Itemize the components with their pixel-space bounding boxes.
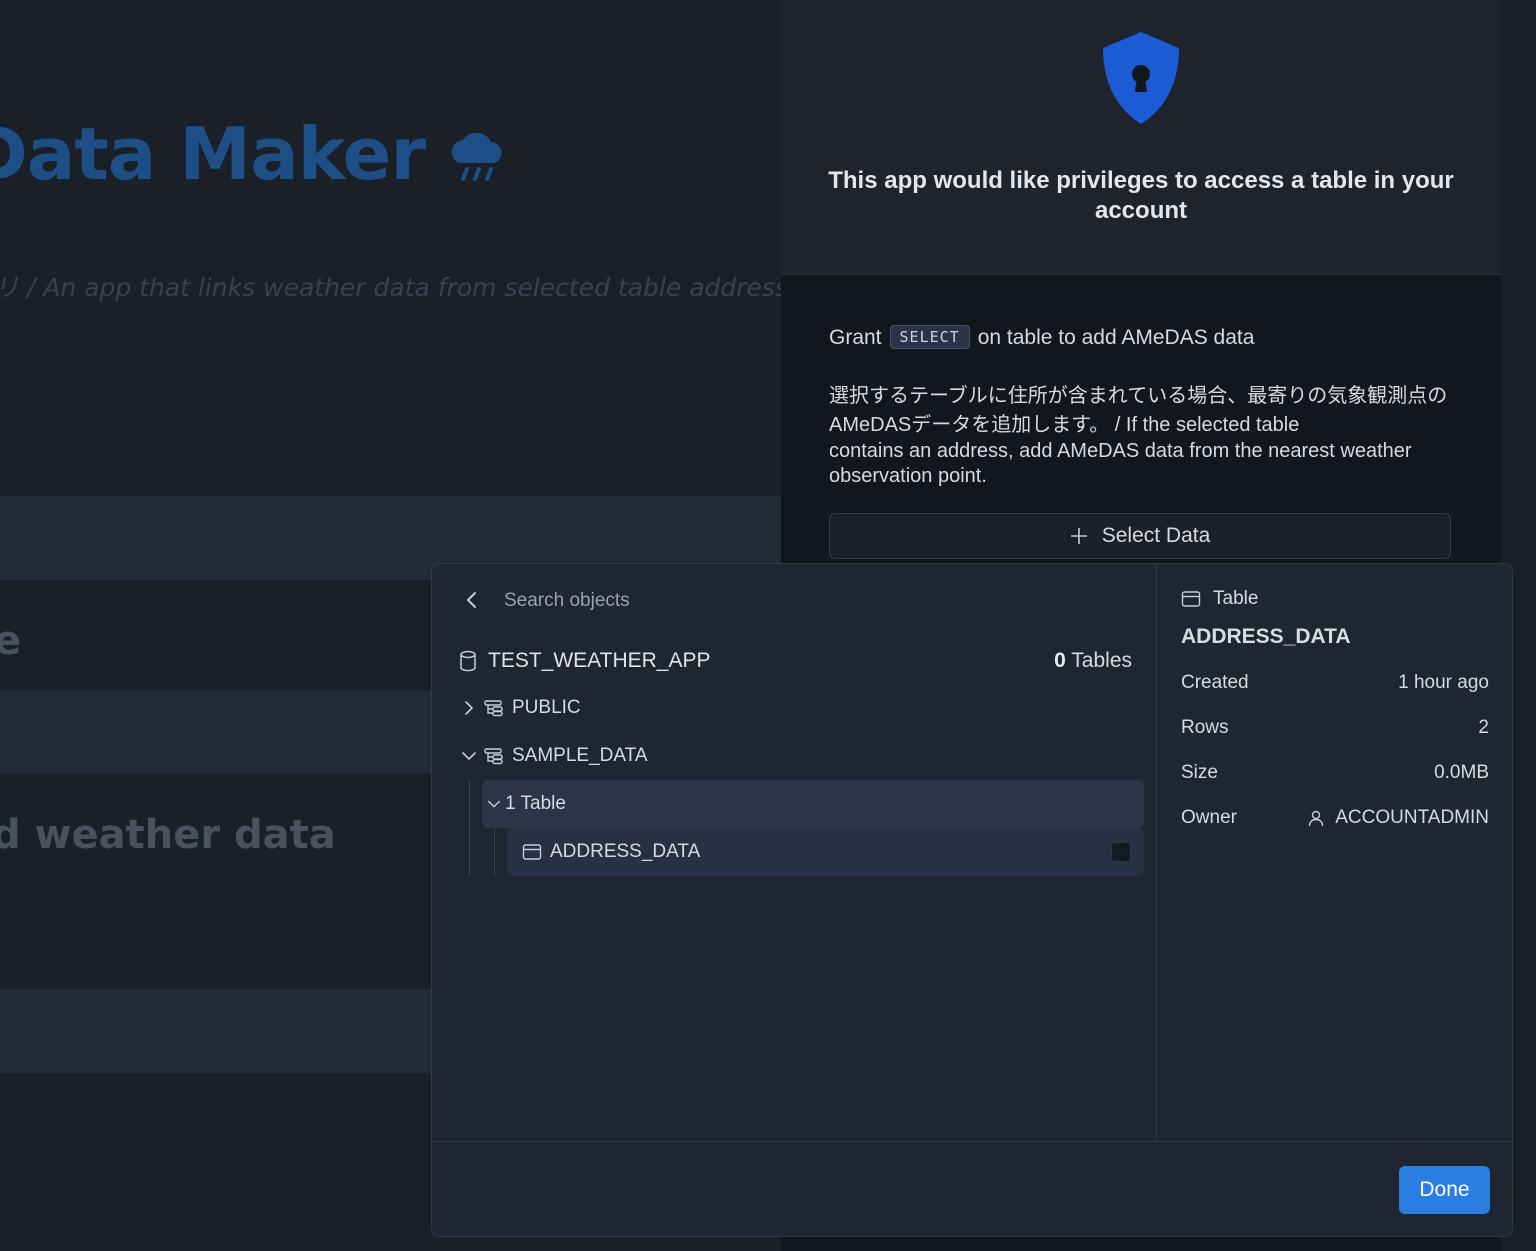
detail-type-label: Table [1213,588,1259,609]
detail-type: Table [1181,588,1258,610]
object-tree-pane: TEST_WEATHER_APP 0 Tables PUBLIC [432,564,1157,1141]
privilege-chip: SELECT [889,325,970,349]
chevron-left-icon [460,588,484,612]
picker-footer: Done [432,1141,1512,1236]
user-icon [1307,809,1325,827]
select-data-label: Select Data [1101,524,1211,547]
schema-row-public[interactable]: PUBLIC [460,696,581,720]
privileges-header: This app would like privileges to access… [781,0,1501,275]
detail-label: Owner [1181,807,1237,828]
app-title: Data Maker [0,112,509,196]
database-row[interactable]: TEST_WEATHER_APP 0 Tables [458,646,1132,676]
table-group-row[interactable]: 1 Table [482,780,1144,828]
done-button[interactable]: Done [1399,1166,1490,1214]
chevron-right-icon [460,699,478,717]
table-count: 0 Tables [1054,649,1132,672]
table-group-label: 1 Table [505,793,566,814]
chevron-down-icon [486,796,502,812]
table-label: ADDRESS_DATA [550,841,701,862]
grant-suffix: on table to add AMeDAS data [977,326,1255,349]
schema-icon [484,699,504,717]
schema-label: PUBLIC [512,697,581,718]
privilege-description-en: contains an address, add AMeDAS data fro… [829,440,1412,487]
table-details-pane: Table ADDRESS_DATA Created 1 hour ago Ro… [1157,564,1512,1141]
table-icon [1181,590,1201,608]
detail-row-rows: Rows 2 [1181,717,1489,743]
detail-label: Rows [1181,717,1229,738]
detail-table-name: ADDRESS_DATA [1181,625,1351,648]
chevron-down-icon [460,747,478,765]
app-subtitle: リ / An app that links weather data from … [0,273,781,302]
detail-value: 2 [1478,717,1489,738]
schema-row-sample-data[interactable]: SAMPLE_DATA [460,744,648,768]
privileges-title: This app would like privileges to access… [828,167,1454,224]
rain-cloud-icon [445,133,509,185]
table-icon [522,843,542,861]
detail-label: Created [1181,672,1249,693]
detail-row-owner: Owner ACCOUNTADMIN [1181,807,1489,833]
table-row-address-data[interactable]: ADDRESS_DATA [507,828,1144,876]
detail-row-size: Size 0.0MB [1181,762,1489,788]
tree-guide-line [469,780,470,876]
schema-icon [484,747,504,765]
database-name: TEST_WEATHER_APP [488,649,711,672]
back-button[interactable] [460,588,484,612]
table-checkbox[interactable] [1111,842,1131,862]
background-section-heading: d weather data [0,812,336,858]
detail-value: 1 hour ago [1398,672,1489,693]
object-picker-modal: TEST_WEATHER_APP 0 Tables PUBLIC [431,563,1513,1237]
search-input[interactable] [502,584,1066,618]
grant-prefix: Grant [829,326,882,349]
grant-statement: Grant SELECT on table to add AMeDAS data [829,325,1254,350]
detail-value: ACCOUNTADMIN [1335,807,1489,828]
plus-icon [1070,527,1088,545]
schema-label: SAMPLE_DATA [512,745,648,766]
select-data-button[interactable]: Select Data [829,513,1451,559]
database-icon [458,650,478,672]
background-section-text: e [0,618,22,664]
detail-row-created: Created 1 hour ago [1181,672,1489,698]
shield-lock-icon [1097,28,1185,128]
detail-label: Size [1181,762,1218,783]
tree-guide-line [494,828,495,876]
detail-value: 0.0MB [1434,762,1489,783]
privilege-description-jp: 選択するテーブルに住所が含まれている場合、最寄りの気象観測点のAMeDASデータ… [829,385,1448,436]
